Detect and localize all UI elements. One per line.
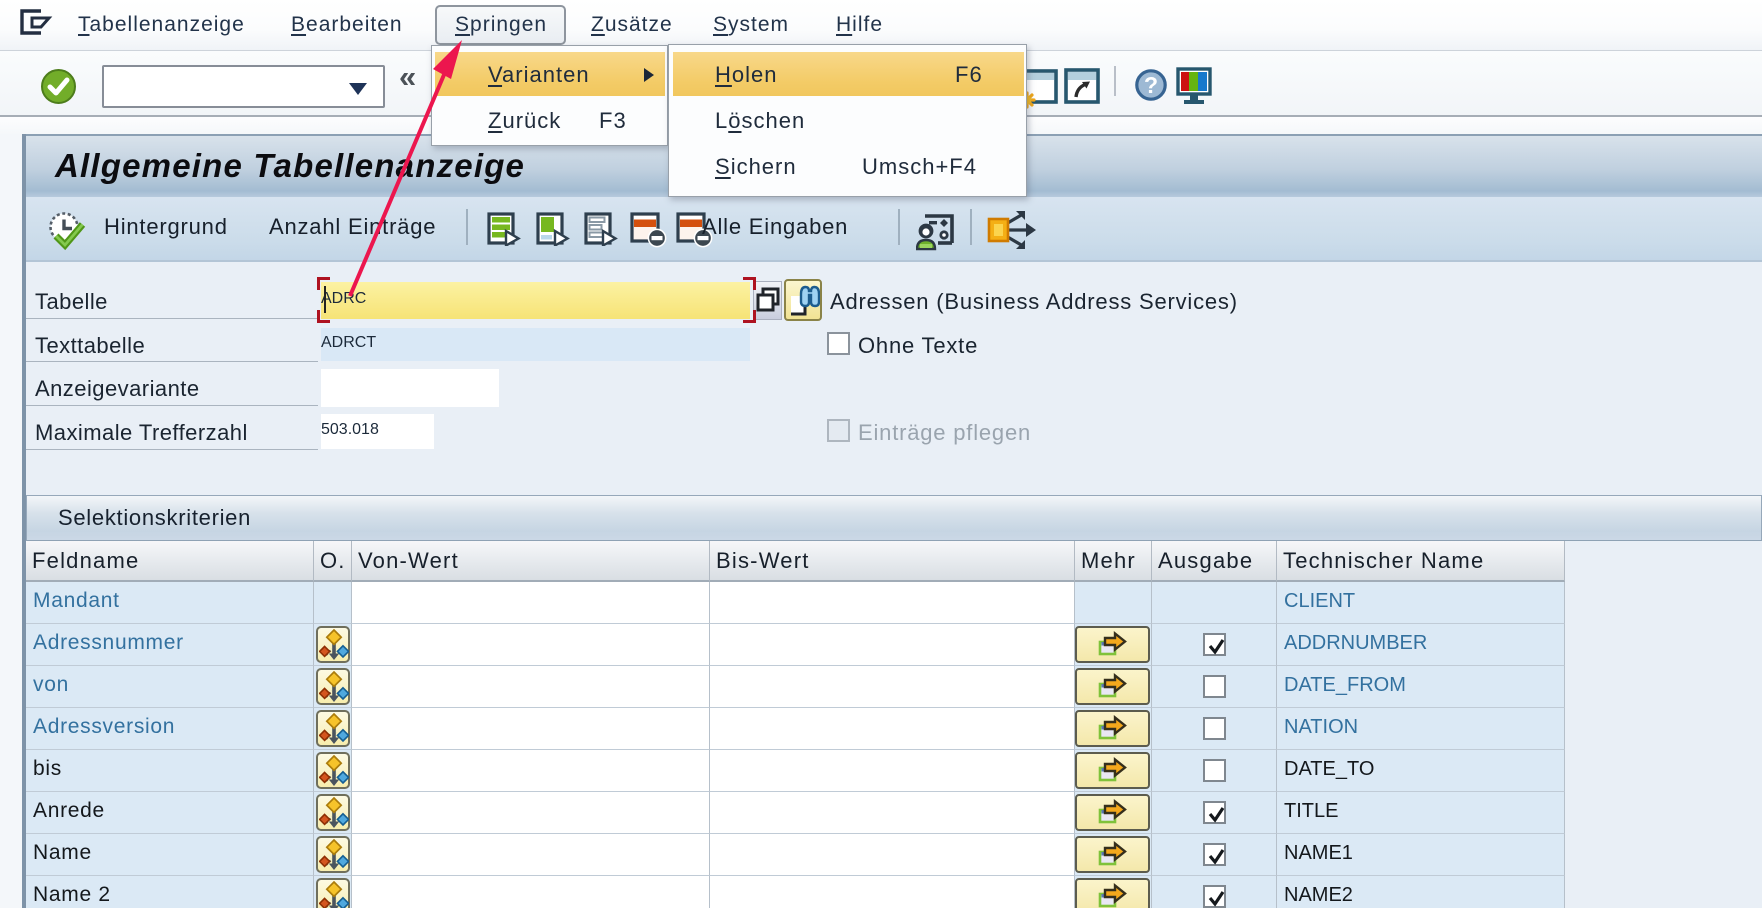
svg-text:?: ? [1144, 72, 1158, 98]
